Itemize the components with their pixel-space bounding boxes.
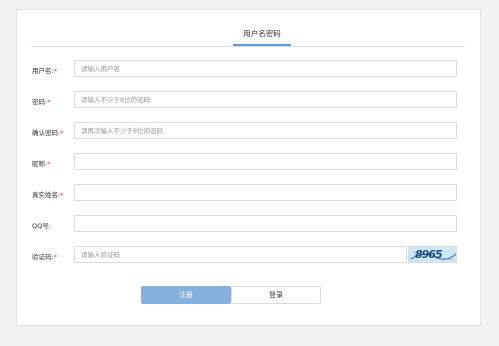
qq-input[interactable] (74, 215, 457, 232)
form-row-password: 密码:* (17, 91, 482, 109)
required-mark: * (60, 191, 64, 199)
form-row-username: 用户名:* (17, 60, 482, 78)
tab-bar: 用户名密码 (31, 24, 465, 47)
tab-username-password[interactable]: 用户名密码 (233, 28, 291, 45)
real-name-input[interactable] (74, 184, 457, 201)
password-input[interactable] (74, 91, 457, 108)
nickname-input[interactable] (74, 153, 457, 170)
form-row-nickname: 昵称:* (17, 153, 482, 171)
captcha-label: 验证码:* (32, 253, 57, 261)
captcha-text: 8965 (415, 248, 443, 261)
nickname-label: 昵称:* (32, 160, 51, 168)
required-mark: * (53, 67, 57, 75)
register-button[interactable]: 注册 (141, 286, 231, 304)
captcha-input[interactable] (74, 246, 407, 263)
username-label: 用户名:* (32, 67, 57, 75)
register-card: 用户名密码 用户名:* 密码:* 确认密码:* 昵称:* 真实姓名:* QQ号:… (16, 9, 481, 326)
confirm-password-label: 确认密码:* (32, 129, 64, 137)
qq-label: QQ号: (32, 222, 51, 230)
password-label: 密码:* (32, 98, 51, 106)
real-name-label: 真实姓名:* (32, 191, 64, 199)
required-mark: * (53, 253, 57, 261)
captcha-image[interactable]: 8965 (408, 246, 457, 263)
required-mark: * (60, 129, 64, 137)
tab-active-indicator (233, 44, 291, 46)
username-input[interactable] (74, 60, 457, 77)
required-mark: * (47, 98, 51, 106)
form-row-captcha: 验证码:* 8965 (17, 246, 482, 264)
confirm-password-input[interactable] (74, 122, 457, 139)
form-row-qq: QQ号: (17, 215, 482, 233)
required-mark: * (47, 160, 51, 168)
login-button[interactable]: 登录 (231, 286, 321, 304)
form-row-real-name: 真实姓名:* (17, 184, 482, 202)
form-row-confirm-password: 确认密码:* (17, 122, 482, 140)
